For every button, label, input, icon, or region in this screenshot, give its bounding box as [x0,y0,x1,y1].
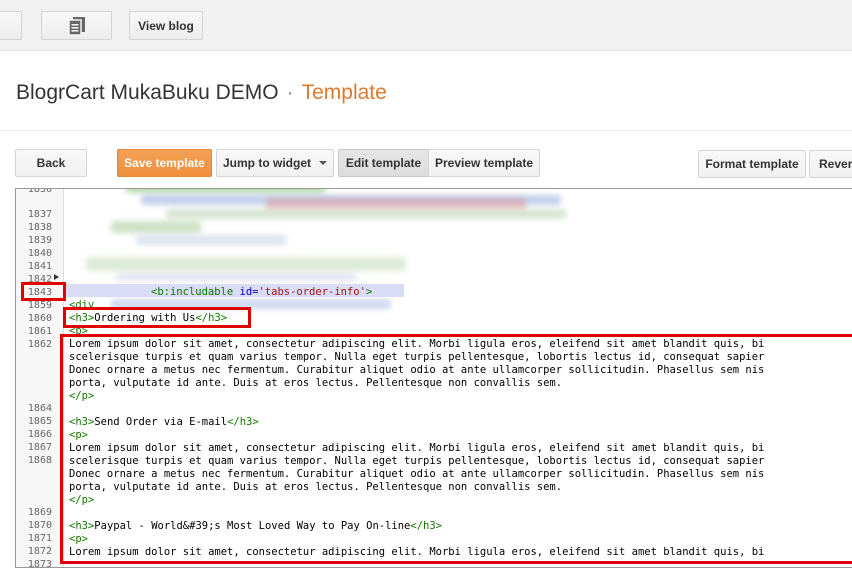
blurred-code [111,221,201,233]
code-line-includable: <b:includable id='tabs-order-info'> [151,286,373,298]
line-number: 1870 [27,520,52,531]
blurred-code [166,209,566,219]
line-number: 1862 [27,339,52,350]
jump-to-widget-label: Jump to widget [223,156,311,170]
annotation-box-line-number [21,282,66,301]
line-number: 1841 [27,261,52,272]
line-number: 1838 [27,222,52,233]
line-number: 1864 [27,403,52,414]
back-button[interactable]: Back [15,149,87,177]
line-number: 1861 [27,326,52,337]
preview-template-button[interactable]: Preview template [428,149,540,177]
view-blog-button[interactable]: View blog [129,11,203,40]
blurred-code [136,235,286,245]
line-number: 1866 [27,429,52,440]
line-number: 1873 [27,559,52,568]
top-bar: View blog [0,0,852,51]
partial-button[interactable] [0,11,22,40]
line-number: 1871 [27,533,52,544]
edit-template-button[interactable]: Edit template [338,149,429,177]
section-title: Template [301,81,387,104]
blurred-code [126,189,326,193]
annotation-box-content [60,334,852,564]
format-template-button[interactable]: Format template [698,150,806,178]
blurred-code [116,273,356,281]
line-number: 1872 [27,546,52,557]
line-number: 1869 [27,507,52,518]
title-separator: · [286,81,294,104]
line-number: 1865 [27,416,52,427]
annotation-box-heading [63,307,251,328]
line-number: 1867 [27,442,52,453]
revert-button[interactable]: Revert [809,150,852,178]
line-number: 1837 [27,209,52,220]
line-number: 1868 [27,455,52,466]
line-number: 1860 [27,313,52,324]
blog-name: BlogrCart MukaBuku DEMO [16,81,279,104]
fold-arrow-icon[interactable] [54,274,59,280]
save-template-button[interactable]: Save template [117,149,212,177]
pages-icon [67,16,86,36]
line-number: 1836 [27,188,52,195]
divider [0,130,852,131]
blurred-code [86,257,406,271]
chevron-down-icon [319,161,327,165]
code-editor[interactable]: 1836 1837 1838 1839 1840 1841 1842 1843 … [15,188,852,568]
jump-to-widget-dropdown[interactable]: Jump to widget [216,149,334,177]
line-number: 1840 [27,248,52,259]
line-number: 1839 [27,235,52,246]
pages-button[interactable] [41,11,112,40]
page-title: BlogrCart MukaBuku DEMO · Template [16,81,387,109]
